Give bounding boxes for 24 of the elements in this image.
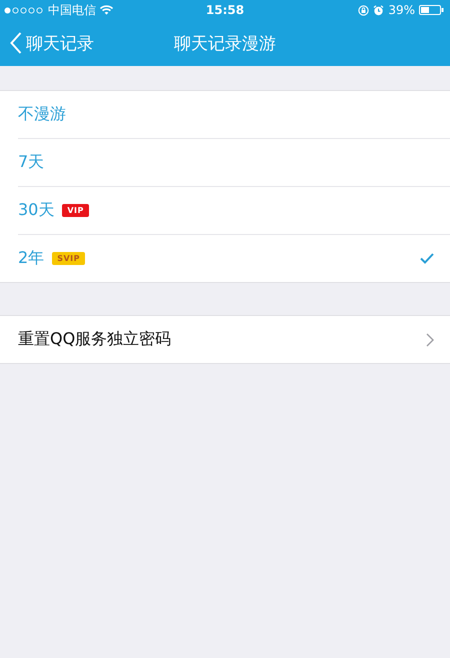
member-badge: VIP <box>62 204 89 217</box>
option-row[interactable]: 不漫游 <box>18 91 450 139</box>
checkmark-icon <box>420 253 434 264</box>
back-chevron-icon <box>10 32 22 54</box>
option-label: 不漫游 <box>18 104 66 125</box>
carrier-name: 中国电信 <box>48 2 96 18</box>
page-title: 聊天记录漫游 <box>174 32 276 54</box>
option-label: 30天 <box>18 200 54 221</box>
wifi-icon <box>100 5 113 15</box>
chevron-icon <box>426 332 434 346</box>
option-row[interactable]: 2年 SVIP <box>18 235 450 282</box>
signal-icon <box>4 6 44 14</box>
battery-percent: 39% <box>388 3 415 17</box>
option-row[interactable]: 30天 VIP <box>18 187 450 235</box>
status-time: 15:58 <box>206 3 244 17</box>
back-button[interactable]: 聊天记录 <box>0 32 94 54</box>
option-label: 2年 <box>18 248 44 269</box>
alarm-icon <box>373 4 384 16</box>
option-label: 7天 <box>18 152 44 173</box>
battery-icon <box>419 5 444 15</box>
rotation-lock-icon <box>358 4 370 16</box>
option-row[interactable]: 7天 <box>18 139 450 187</box>
row-label: 重置QQ服务独立密码 <box>18 329 172 350</box>
member-badge: SVIP <box>52 252 85 265</box>
